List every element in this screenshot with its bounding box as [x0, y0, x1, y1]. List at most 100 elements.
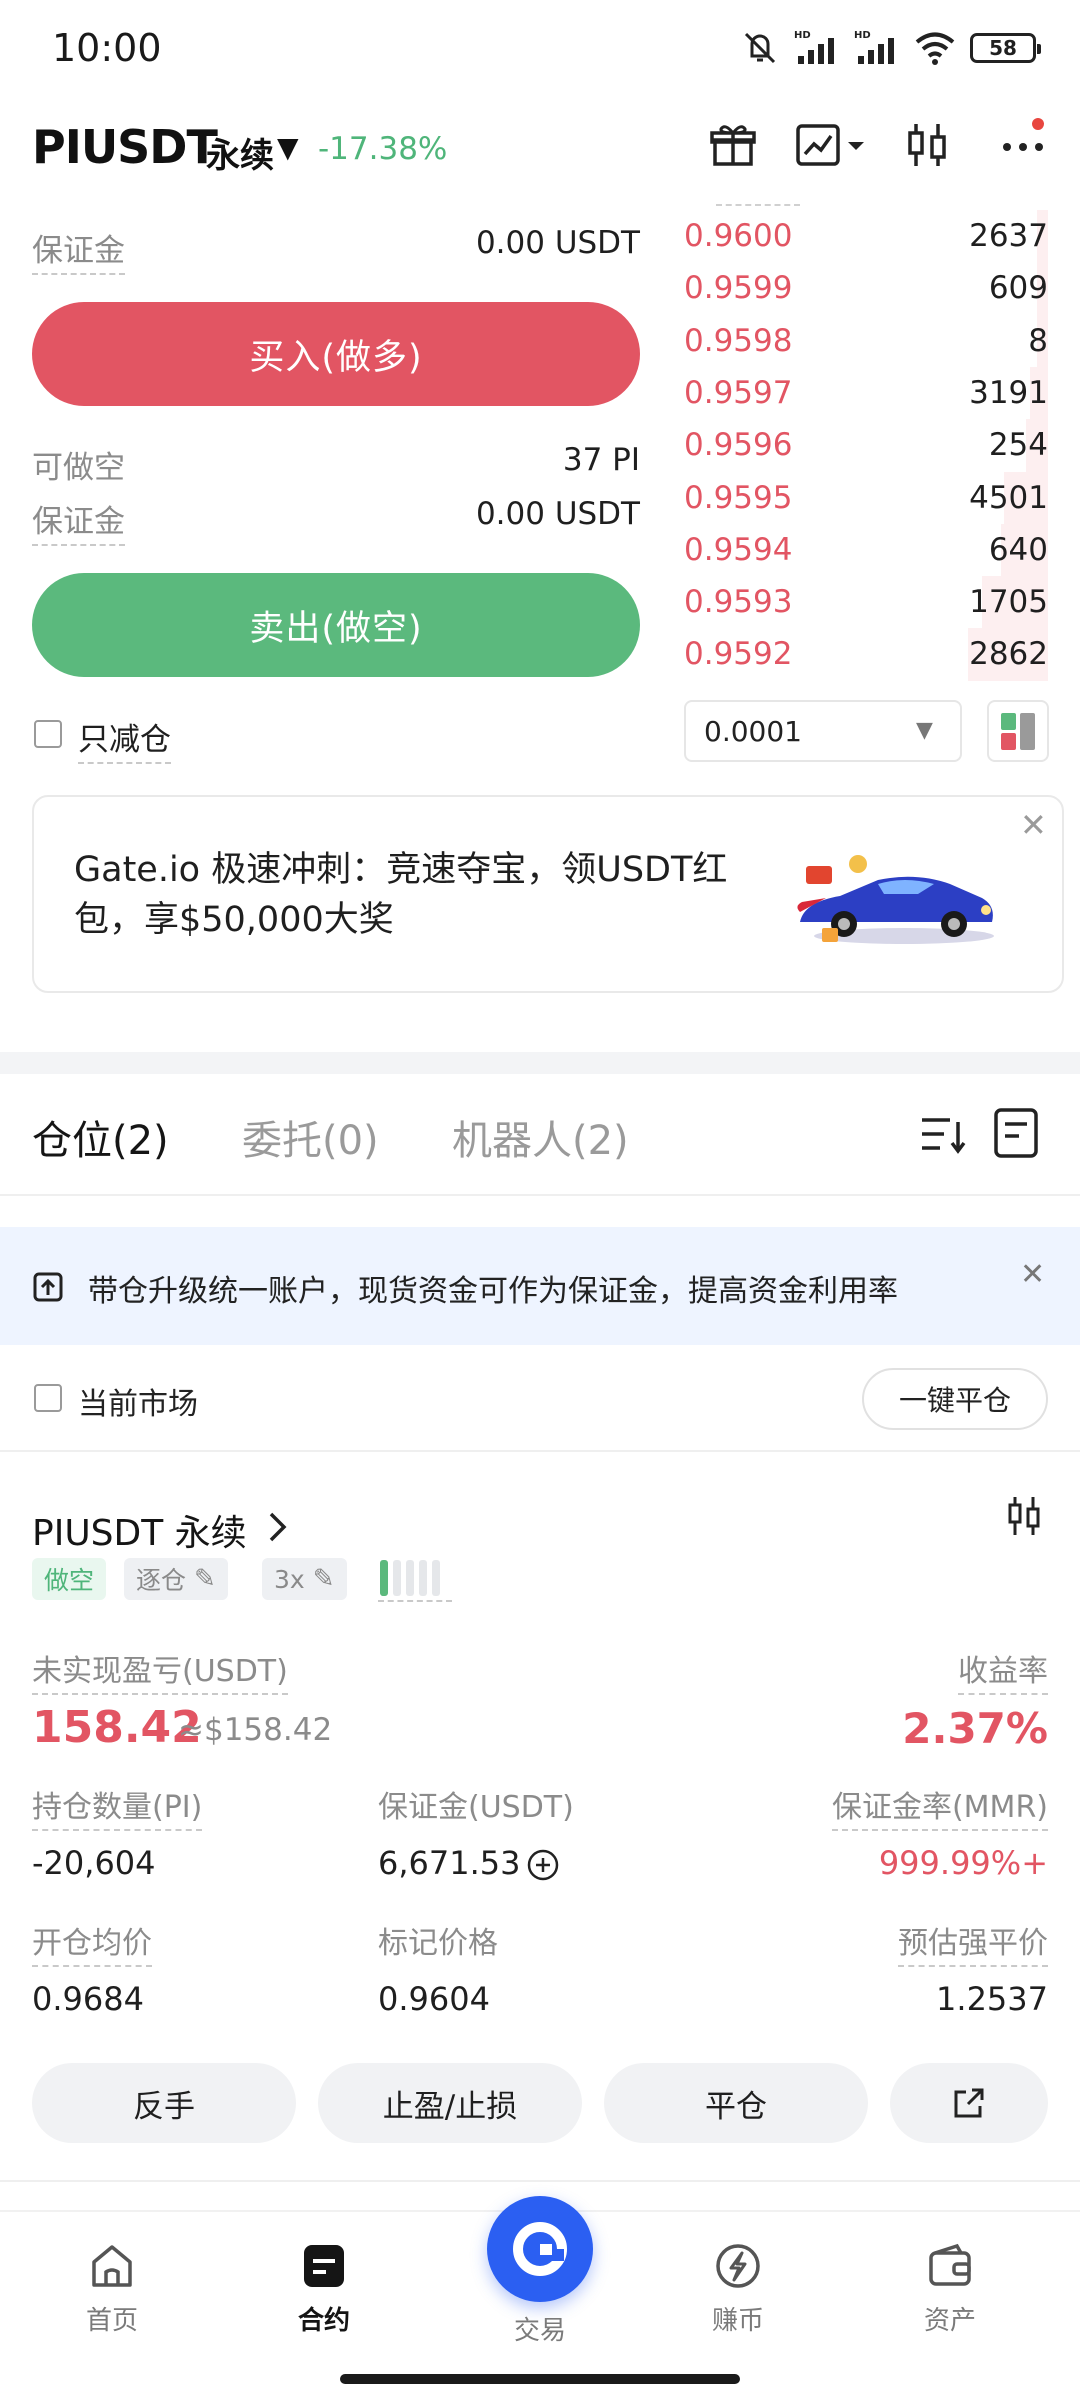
ask-quantity: 609	[988, 270, 1048, 307]
add-margin-icon[interactable]	[526, 1848, 560, 1886]
race-car-illustration	[797, 855, 994, 944]
orderbook-ask-row[interactable]: 0.9596 254	[684, 419, 1048, 473]
nav-assets[interactable]: 资产	[890, 2240, 1010, 2337]
nav-home[interactable]: 首页	[52, 2240, 172, 2337]
candlestick-small-icon[interactable]	[1004, 1494, 1044, 1542]
margin-label-bottom: 保证金	[32, 496, 125, 546]
filter-divider	[0, 1450, 1080, 1452]
upgrade-notice-text: 带仓升级统一账户，现货资金可作为保证金，提高资金利用率	[88, 1274, 898, 1309]
ask-price: 0.9593	[684, 584, 793, 621]
mute-icon	[744, 32, 776, 64]
earn-icon	[712, 2240, 764, 2292]
tab-orders[interactable]: 委托(0)	[242, 1108, 379, 1166]
pos-margin-label: 保证金(USDT)	[378, 1790, 574, 1825]
reduce-only-checkbox[interactable]	[34, 720, 62, 748]
trade-button[interactable]	[487, 2196, 593, 2302]
current-market-label[interactable]: 当前市场	[78, 1379, 198, 1423]
reverse-button[interactable]: 反手	[32, 2063, 296, 2143]
svg-text:HD: HD	[854, 30, 871, 41]
side-tag: 做空	[32, 1558, 107, 1600]
clock: 10:00	[52, 26, 162, 70]
gift-icon[interactable]	[706, 118, 760, 172]
sort-icon[interactable]	[916, 1108, 968, 1164]
chart-icon[interactable]	[794, 118, 868, 172]
ask-price: 0.9592	[684, 636, 793, 673]
banner-close-icon[interactable]: ✕	[1020, 806, 1047, 844]
ask-quantity: 8	[1028, 322, 1048, 359]
liq-price-value: 1.2537	[936, 1980, 1048, 2018]
ask-price: 0.9598	[684, 322, 793, 359]
contract-type[interactable]: 永续	[206, 128, 274, 177]
futures-icon	[298, 2240, 350, 2292]
mmr-label: 保证金率(MMR)	[831, 1782, 1048, 1831]
ask-price: 0.9600	[684, 218, 793, 254]
ask-quantity: 640	[988, 531, 1048, 568]
can-short-value: 37 PI	[562, 442, 640, 478]
current-market-checkbox[interactable]	[34, 1384, 62, 1412]
candlestick-icon[interactable]	[900, 118, 954, 172]
nav-earn[interactable]: 赚币	[678, 2240, 798, 2337]
nav-earn-label: 赚币	[711, 2306, 764, 2336]
orderbook-ask-row[interactable]: 0.9592 2862	[684, 628, 1048, 682]
home-icon	[86, 2240, 138, 2292]
orderbook-ask-row[interactable]: 0.9597 3191	[684, 366, 1048, 420]
signal-hd-icon-2: HD	[854, 30, 894, 64]
tp-sl-button[interactable]: 止盈/止损	[318, 2063, 582, 2143]
margin-mode-text: 逐仓	[136, 1566, 187, 1595]
pair-title[interactable]: PIUSDT	[32, 120, 218, 174]
ask-price: 0.9595	[684, 479, 793, 516]
orderbook-ask-row[interactable]: 0.9593 1705	[684, 576, 1048, 630]
section-divider	[0, 1052, 1080, 1074]
share-icon	[954, 2088, 984, 2118]
share-button[interactable]	[890, 2063, 1048, 2143]
nav-assets-label: 资产	[923, 2306, 976, 2336]
entry-price-label: 开仓均价	[32, 1918, 152, 1967]
sell-short-button[interactable]: 卖出(做空)	[32, 573, 640, 677]
mark-price-label: 标记价格	[378, 1926, 498, 1961]
reduce-only-label[interactable]: 只减仓	[78, 714, 171, 764]
unrealized-pnl-label: 未实现盈亏(USDT)	[32, 1646, 288, 1695]
leverage-tag[interactable]: 3x ✎	[262, 1558, 347, 1600]
orderbook-ask-row[interactable]: 0.9595 4501	[684, 471, 1048, 525]
margin-value-top: 0.00 USDT	[475, 225, 640, 261]
nav-trade-label[interactable]: 交易	[480, 2310, 600, 2347]
ask-quantity: 254	[988, 427, 1048, 464]
ask-price: 0.9597	[684, 374, 793, 411]
orderbook-ask-row[interactable]: 0.9600 2637	[684, 210, 1048, 263]
orderbook-ask-row[interactable]: 0.9599 609	[684, 262, 1048, 316]
margin-mode-tag[interactable]: 逐仓 ✎	[124, 1558, 228, 1600]
chevron-right-icon[interactable]	[266, 1510, 290, 1548]
yield-label: 收益率	[958, 1646, 1048, 1695]
close-position-button[interactable]: 平仓	[604, 2063, 868, 2143]
orderbook-ask-row[interactable]: 0.9594 640	[684, 523, 1048, 577]
ask-price: 0.9599	[684, 270, 793, 307]
orderbook-layout-icon[interactable]	[987, 700, 1049, 762]
side-tag-text: 做空	[44, 1566, 95, 1595]
ask-quantity: 4501	[969, 479, 1048, 516]
buy-long-button[interactable]: 买入(做多)	[32, 302, 640, 406]
tab-positions[interactable]: 仓位(2)	[32, 1108, 169, 1166]
leverage-text: 3x	[274, 1564, 305, 1594]
orderbook-ask-row[interactable]: 0.9598 8	[684, 314, 1048, 368]
promo-banner-text[interactable]: Gate.io 极速冲刺：竞速夺宝，领USDT红包，享$50,000大奖	[74, 845, 764, 945]
pair-dropdown-icon[interactable]: ▼	[277, 131, 299, 164]
trade-icon	[513, 2222, 567, 2276]
close-all-button[interactable]: 一键平仓	[862, 1368, 1048, 1430]
document-icon[interactable]	[990, 1106, 1042, 1164]
wallet-icon	[924, 2240, 976, 2292]
size-label: 持仓数量(PI)	[32, 1782, 203, 1831]
notice-close-icon[interactable]: ✕	[1020, 1257, 1045, 1292]
battery-icon: 58	[970, 33, 1041, 63]
position-title[interactable]: PIUSDT 永续	[32, 1504, 247, 1556]
edit-icon: ✎	[194, 1564, 216, 1594]
orderbook-header-divider	[716, 204, 800, 206]
card-divider	[0, 2180, 1080, 2182]
pos-margin-value: 6,671.53	[378, 1844, 521, 1882]
ask-price: 0.9596	[684, 427, 793, 464]
nav-futures[interactable]: 合约	[264, 2240, 384, 2337]
tab-bots[interactable]: 机器人(2)	[452, 1108, 629, 1166]
unrealized-pnl-approx: ≈$158.42	[178, 1712, 333, 1748]
ask-quantity: 3191	[969, 374, 1048, 411]
dropdown-arrow-icon: ▼	[916, 718, 933, 743]
nav-futures-label: 合约	[297, 2306, 350, 2336]
